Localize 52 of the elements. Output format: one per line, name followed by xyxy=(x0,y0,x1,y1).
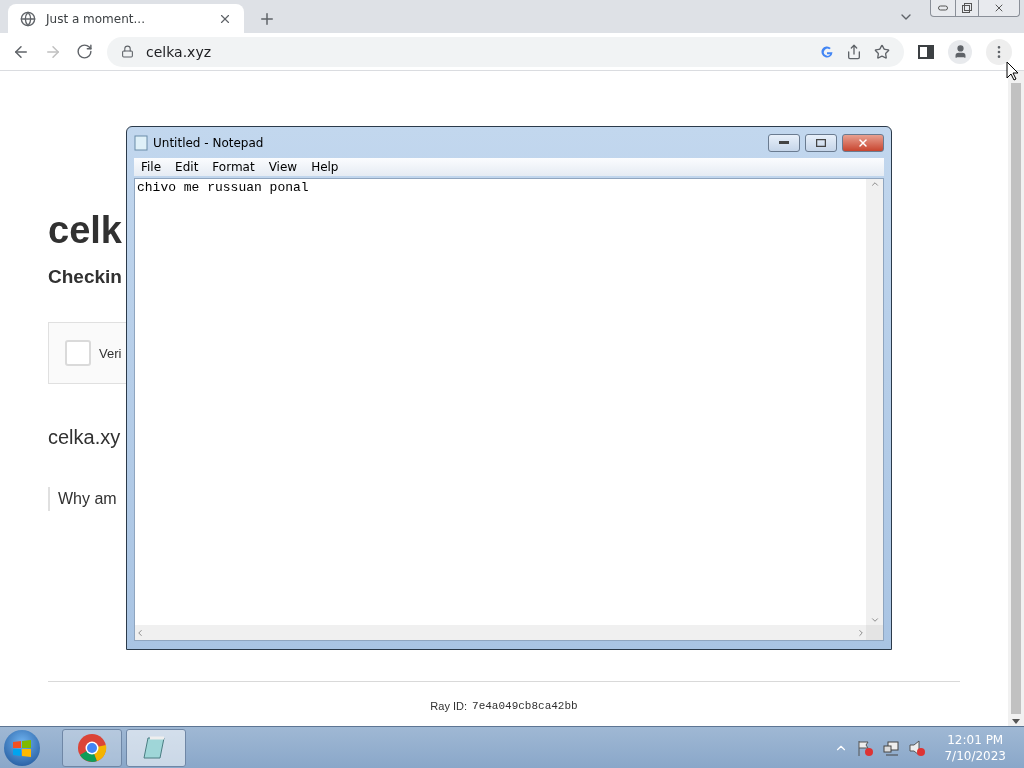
taskbar-button[interactable] xyxy=(62,728,122,767)
maximize-icon xyxy=(816,138,826,147)
menu-item[interactable]: Help xyxy=(304,160,346,174)
chrome-icon xyxy=(77,732,107,763)
menu-button[interactable] xyxy=(986,38,1012,65)
reload-icon[interactable] xyxy=(76,43,93,60)
muted-speaker-icon[interactable] xyxy=(908,738,927,757)
verify-label: Veri xyxy=(99,345,122,361)
scroll-up-icon[interactable] xyxy=(869,179,880,189)
close-button[interactable] xyxy=(842,133,884,152)
menu-item[interactable]: Edit xyxy=(168,160,206,174)
browser-tab[interactable]: Just a moment... xyxy=(8,4,244,33)
close-icon xyxy=(993,2,1005,14)
lock-icon xyxy=(121,45,134,58)
side-panel-icon[interactable] xyxy=(918,43,934,60)
ray-id-value: 7e4a049cb8ca42bb xyxy=(472,700,578,712)
scroll-left-icon[interactable] xyxy=(135,627,145,638)
notepad-icon xyxy=(134,134,148,151)
domain-text: celka.xy xyxy=(48,426,121,449)
vertical-scrollbar[interactable] xyxy=(866,179,883,625)
profile-button[interactable] xyxy=(948,39,972,64)
globe-icon xyxy=(20,10,36,27)
page-subheading: Checkin xyxy=(48,266,122,288)
bookmark-star-icon[interactable] xyxy=(874,43,890,60)
close-icon xyxy=(857,136,869,149)
verify-checkbox[interactable] xyxy=(65,340,91,366)
share-icon[interactable] xyxy=(846,43,862,60)
resize-grip[interactable] xyxy=(866,625,883,640)
minimize-button[interactable] xyxy=(768,133,800,152)
person-icon xyxy=(952,44,968,59)
start-button[interactable] xyxy=(4,729,40,766)
scroll-right-icon[interactable] xyxy=(856,627,866,638)
menu-item[interactable]: File xyxy=(134,160,169,174)
scroll-down-icon[interactable] xyxy=(1012,716,1020,726)
menu-item[interactable]: Format xyxy=(205,160,262,174)
flag-icon[interactable] xyxy=(856,738,875,757)
maximize-button[interactable] xyxy=(805,133,837,152)
page-heading: celk xyxy=(48,209,122,252)
why-text: Why am xyxy=(48,487,117,511)
ray-id-label: Ray ID: xyxy=(430,700,468,712)
restore-icon xyxy=(962,3,972,13)
horizontal-scrollbar[interactable] xyxy=(135,625,866,640)
network-icon[interactable] xyxy=(882,738,901,757)
taskbar-button[interactable] xyxy=(126,728,186,767)
scrollbar[interactable] xyxy=(1008,71,1024,726)
address-bar[interactable]: celka.xyz xyxy=(107,36,904,67)
menu-item[interactable]: View xyxy=(261,160,305,174)
windows-logo-icon xyxy=(12,738,32,757)
g-logo-icon[interactable] xyxy=(820,44,834,59)
minimize-icon xyxy=(779,140,789,145)
window-title: Untitled - Notepad xyxy=(153,135,265,150)
minimize-icon xyxy=(938,5,948,11)
